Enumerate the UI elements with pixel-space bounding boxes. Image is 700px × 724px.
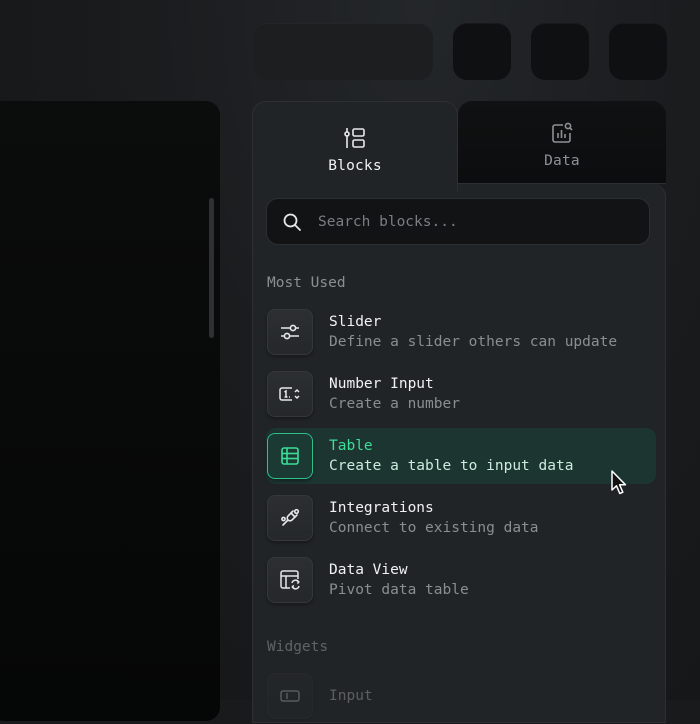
toolbar-button-2[interactable] [531, 23, 589, 80]
block-item-number-input[interactable]: Number Input Create a number [266, 366, 656, 422]
canvas-scrollbar[interactable] [209, 198, 214, 338]
block-item-input[interactable]: Input [266, 668, 656, 724]
canvas-area[interactable] [0, 101, 220, 721]
block-desc: Define a slider others can update [329, 334, 618, 350]
number-input-icon [279, 387, 300, 401]
block-item-table[interactable]: Table Create a table to input data [266, 428, 656, 484]
data-view-icon [280, 570, 300, 590]
tab-blocks[interactable]: Blocks [252, 101, 458, 191]
toolbar-button-3[interactable] [609, 23, 667, 80]
blocks-panel: Blocks Data Most Used [252, 101, 666, 724]
table-icon [281, 447, 299, 465]
slider-icon [281, 324, 299, 340]
tab-data-label: Data [544, 153, 580, 169]
input-icon [280, 690, 300, 702]
search-bar[interactable] [266, 198, 650, 245]
data-chart-icon [552, 122, 573, 143]
search-icon [283, 213, 301, 231]
section-title-widgets: Widgets [267, 639, 329, 655]
block-name: Slider [329, 314, 382, 330]
plug-icon [281, 508, 300, 526]
block-name: Number Input [329, 376, 434, 392]
tab-data[interactable]: Data [458, 101, 666, 183]
blocks-icon [344, 127, 365, 148]
block-desc: Connect to existing data [329, 520, 539, 536]
search-input[interactable] [318, 213, 618, 230]
block-name: Table [329, 438, 373, 454]
block-item-data-view[interactable]: Data View Pivot data table [266, 552, 656, 608]
tab-blocks-label: Blocks [328, 157, 382, 174]
block-desc: Create a number [329, 396, 460, 412]
block-item-integrations[interactable]: Integrations Connect to existing data [266, 490, 656, 546]
toolbar-button-1[interactable] [453, 23, 511, 80]
block-name: Input [329, 688, 373, 704]
block-desc: Create a table to input data [329, 458, 574, 474]
block-desc: Pivot data table [329, 582, 469, 598]
block-item-slider[interactable]: Slider Define a slider others can update [266, 304, 656, 360]
toolbar-pill[interactable] [253, 23, 433, 80]
mouse-cursor-icon [611, 470, 627, 495]
section-title-most-used: Most Used [267, 275, 346, 291]
block-name: Data View [329, 562, 408, 578]
block-name: Integrations [329, 500, 434, 516]
